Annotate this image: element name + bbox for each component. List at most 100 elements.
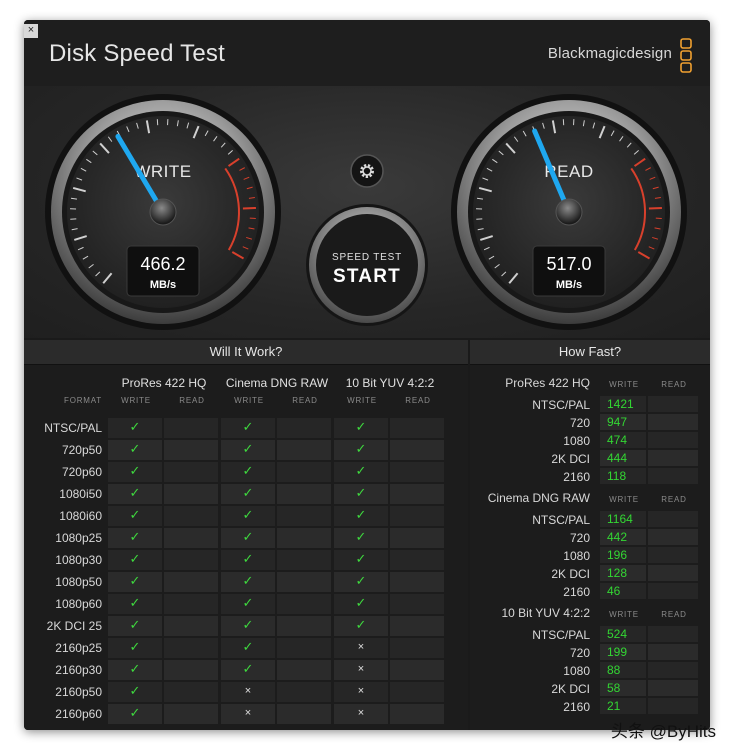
- check-icon: ✓: [355, 551, 367, 566]
- read-result-cell: [390, 660, 444, 680]
- read-subheader: READ: [292, 396, 318, 405]
- speed-row-label: NTSC/PAL: [532, 628, 590, 642]
- settings-button[interactable]: [350, 154, 384, 188]
- check-icon: ✓: [242, 485, 254, 500]
- check-icon: ✓: [129, 485, 141, 500]
- read-result-cell: [164, 704, 218, 724]
- format-row-label: 1080i50: [59, 487, 102, 501]
- check-icon: ✓: [242, 661, 254, 676]
- speed-group-name: ProRes 422 HQ: [505, 376, 590, 390]
- read-result-cell: [390, 506, 444, 526]
- read-result-cell: [164, 572, 218, 592]
- read-speed-cell: [648, 644, 698, 660]
- read-result-cell: [164, 462, 218, 482]
- read-needle-hub: [555, 198, 583, 226]
- write-speed-value: 118: [607, 469, 627, 483]
- format-row-label: 1080p30: [55, 553, 102, 567]
- read-result-cell: [277, 484, 331, 504]
- check-icon: ✓: [129, 419, 141, 434]
- check-icon: ✓: [242, 463, 254, 478]
- disk-speed-test-window: Disk Speed Test Blackmagicdesign WRITE 4…: [24, 20, 710, 730]
- write-speed-value: 128: [607, 566, 628, 580]
- speed-row-label: 1080: [563, 664, 590, 678]
- write-speed-value: 466.2: [140, 254, 185, 274]
- speed-row-label: NTSC/PAL: [532, 513, 590, 527]
- write-subheader: WRITE: [609, 610, 639, 619]
- speed-row-label: 1080: [563, 549, 590, 563]
- check-icon: ✓: [355, 463, 367, 478]
- check-icon: ✓: [355, 441, 367, 456]
- will-it-work-heading: Will It Work?: [24, 340, 468, 365]
- speed-row-label: 720: [569, 646, 590, 660]
- read-result-cell: [164, 484, 218, 504]
- speed-row-label: 2K DCI: [551, 452, 590, 466]
- speed-row-label: 720: [569, 531, 590, 545]
- format-row-label: 2160p30: [55, 663, 102, 677]
- read-speed-unit: MB/s: [556, 279, 582, 291]
- read-result-cell: [164, 594, 218, 614]
- check-icon: ✓: [129, 595, 141, 610]
- read-result-cell: [390, 484, 444, 504]
- format-row-label: 1080i60: [59, 509, 102, 523]
- read-result-cell: [277, 440, 331, 460]
- read-result-cell: [164, 616, 218, 636]
- speed-row-label: 2160: [563, 470, 590, 484]
- close-button[interactable]: ×: [24, 24, 38, 38]
- read-result-cell: [277, 528, 331, 548]
- read-result-cell: [164, 440, 218, 460]
- write-speed-value: 88: [607, 663, 621, 677]
- check-icon: ✓: [129, 441, 141, 456]
- write-subheader: WRITE: [234, 396, 264, 405]
- read-speed-cell: [648, 680, 698, 696]
- read-result-cell: [390, 550, 444, 570]
- check-icon: ✓: [129, 463, 141, 478]
- read-result-cell: [390, 682, 444, 702]
- check-icon: ✓: [129, 573, 141, 588]
- cross-icon: ×: [357, 663, 365, 675]
- read-result-cell: [390, 638, 444, 658]
- write-subheader: WRITE: [609, 380, 639, 389]
- check-icon: ✓: [129, 683, 141, 698]
- format-row-label: 2160p25: [55, 641, 102, 655]
- app-title: Disk Speed Test: [49, 40, 225, 67]
- write-subheader: WRITE: [609, 495, 639, 504]
- write-speed-value: 474: [607, 433, 628, 447]
- check-icon: ✓: [129, 639, 141, 654]
- write-speed-value: 1421: [607, 397, 634, 411]
- red-zone-tick: [242, 206, 256, 210]
- read-result-cell: [277, 572, 331, 592]
- read-speed-cell: [648, 468, 698, 484]
- write-speed-unit: MB/s: [150, 279, 176, 291]
- read-speed-cell: [648, 583, 698, 599]
- read-result-cell: [164, 660, 218, 680]
- write-speed-value: 58: [607, 681, 621, 695]
- speed-test-start-button[interactable]: SPEED TEST START: [306, 204, 428, 326]
- will-it-work-panel: Will It Work? ProRes 422 HQ WRITE READ Cine…: [24, 340, 468, 730]
- write-speed-value: 1164: [607, 512, 633, 526]
- read-result-cell: [390, 704, 444, 724]
- speed-row-label: 720: [569, 416, 590, 430]
- read-result-cell: [277, 682, 331, 702]
- write-speed-value: 46: [607, 584, 621, 598]
- format-row-label: 2160p60: [55, 707, 102, 721]
- read-result-cell: [277, 550, 331, 570]
- write-gauge: WRITE 466.2 MB/s: [45, 94, 281, 330]
- format-row-label: 1080p60: [55, 597, 102, 611]
- write-speed-value: 442: [607, 530, 628, 544]
- read-result-cell: [277, 594, 331, 614]
- read-result-cell: [277, 616, 331, 636]
- read-speed-cell: [648, 396, 698, 412]
- check-icon: ✓: [355, 507, 367, 522]
- check-icon: ✓: [129, 705, 141, 720]
- format-row-label: 720p60: [61, 465, 102, 479]
- check-icon: ✓: [242, 639, 254, 654]
- read-result-cell: [277, 704, 331, 724]
- write-speed-value: 947: [607, 415, 628, 429]
- read-speed-cell: [648, 626, 698, 642]
- how-fast-panel: How Fast? ProRes 422 HQ WRITE READ NTSC/PAL…: [470, 340, 710, 730]
- speed-row-label: 2160: [563, 700, 590, 714]
- codec-column-header: ProRes 422 HQ: [121, 376, 207, 390]
- read-result-cell: [390, 418, 444, 438]
- read-subheader: READ: [405, 396, 431, 405]
- speed-row-label: 2K DCI: [551, 567, 590, 581]
